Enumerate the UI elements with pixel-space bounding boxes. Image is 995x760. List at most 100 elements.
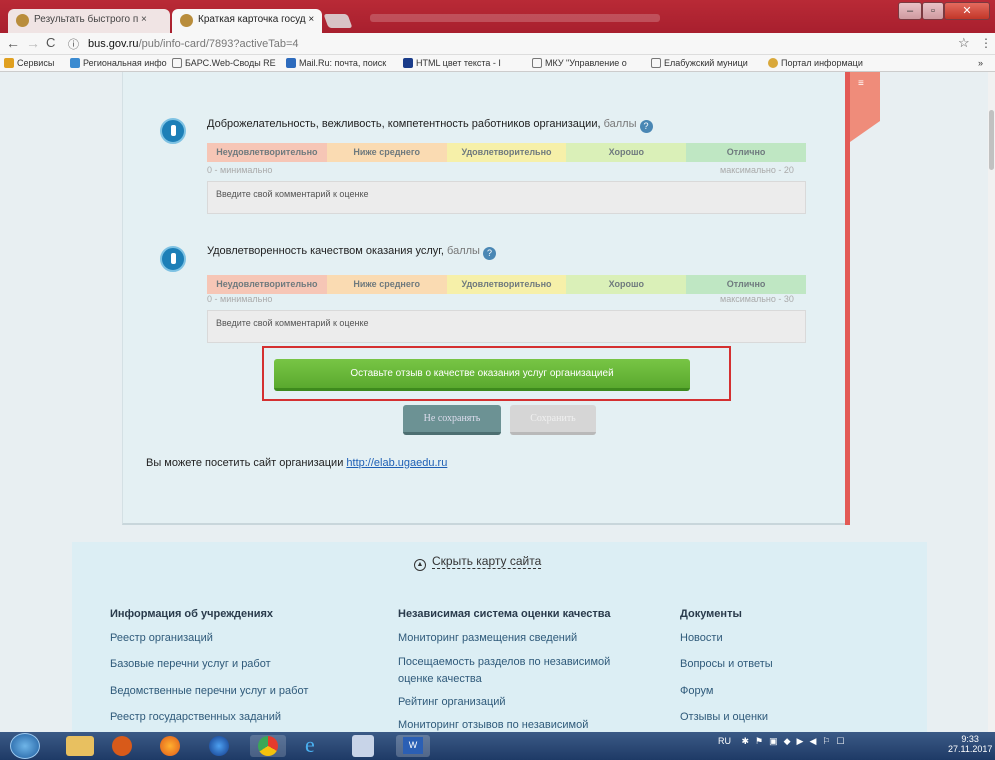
bookmark-item[interactable]: Mail.Ru: почта, поиск <box>286 58 386 68</box>
sitemap-link[interactable]: Базовые перечни услуг и работ <box>110 658 271 670</box>
word-icon: W <box>403 737 423 754</box>
address-bar: ← → C ⓘ bus.gov.ru/pub/info-card/7893?ac… <box>0 33 995 55</box>
hide-sitemap-toggle[interactable]: ▲ Скрыть карту сайта <box>414 554 542 571</box>
side-ribbon[interactable]: ≡ <box>850 72 880 142</box>
minimize-icon[interactable]: – <box>898 2 922 20</box>
sitemap-link[interactable]: Посещаемость разделов по независимой <box>398 656 610 668</box>
bookmark-item[interactable]: МКУ "Управление о <box>532 58 627 68</box>
sitemap-link[interactable]: Мониторинг отзывов по независимой <box>398 719 588 731</box>
criterion-icon <box>160 118 186 144</box>
sitemap-link[interactable]: Новости <box>680 632 723 644</box>
page-icon <box>532 58 542 68</box>
sitemap-link[interactable]: Мониторинг размещения сведений <box>398 632 577 644</box>
comment-field[interactable]: Введите свой комментарий к оценке <box>207 310 806 343</box>
bookmark-item[interactable]: БАРС.Web-Своды RE <box>172 58 276 68</box>
scrollbar[interactable] <box>988 72 995 732</box>
bookmarks-overflow-icon[interactable]: » <box>978 58 983 68</box>
rating-scale[interactable]: Неудовлетворительно Ниже среднего Удовле… <box>207 143 806 162</box>
sitemap-link[interactable]: Ведомственные перечни услуг и работ <box>110 685 308 697</box>
system-tray[interactable]: RU ✱⚑▣◆▶◀⚐☐ <box>718 736 851 747</box>
internet-explorer-icon[interactable]: e <box>305 734 325 756</box>
close-window-icon[interactable]: ✕ <box>944 2 990 20</box>
bookmark-item[interactable]: Региональная инфо <box>70 58 167 68</box>
rating-scale[interactable]: Неудовлетворительно Ниже среднего Удовле… <box>207 275 806 294</box>
rating-option[interactable]: Ниже среднего <box>326 275 447 294</box>
taskbar-clock[interactable]: 9:33 27.11.2017 <box>948 734 992 754</box>
sitemap-link[interactable]: Форум <box>680 685 713 697</box>
info-icon: ⓘ <box>68 39 79 51</box>
firefox-icon[interactable] <box>160 736 180 756</box>
sitemap-link[interactable]: оценке качества <box>398 673 482 685</box>
sitemap-link[interactable]: Вопросы и ответы <box>680 658 773 670</box>
site-favicon-icon <box>16 14 29 27</box>
rating-option[interactable]: Удовлетворительно <box>446 275 567 294</box>
media-player-icon[interactable] <box>112 736 132 756</box>
rating-option[interactable]: Ниже среднего <box>326 143 447 162</box>
window-caption-placeholder <box>370 14 660 22</box>
restore-icon[interactable]: ▫ <box>922 2 944 20</box>
criterion-title: Удовлетворенность качеством оказания усл… <box>207 245 496 260</box>
bookmark-item[interactable]: HTML цвет текста - I <box>403 58 501 68</box>
language-indicator[interactable]: RU <box>718 736 731 746</box>
card-accent-bar <box>845 72 850 525</box>
page-icon <box>172 58 182 68</box>
scrollbar-thumb[interactable] <box>989 110 994 170</box>
url-input[interactable]: bus.gov.ru/pub/info-card/7893?activeTab=… <box>88 36 968 53</box>
browser-title-bar: Результать быстрого п × Краткая карточка… <box>0 0 995 33</box>
no-save-button[interactable]: Не сохранять <box>403 405 501 435</box>
bookmark-item[interactable]: Сервисы <box>4 58 54 68</box>
help-icon[interactable]: ? <box>639 120 653 133</box>
bookmark-item[interactable]: Портал информаци <box>768 58 863 68</box>
thumbs-up-icon <box>160 246 186 272</box>
min-label: 0 - минимально <box>207 165 273 175</box>
back-icon[interactable]: ← <box>6 36 20 50</box>
chrome-icon <box>258 736 278 756</box>
sitemap-link[interactable]: Рейтинг организаций <box>398 696 506 708</box>
word-taskbar-button[interactable]: W <box>396 735 430 757</box>
rating-option[interactable]: Хорошо <box>566 275 687 294</box>
site-favicon-icon <box>180 14 193 27</box>
rating-option[interactable]: Хорошо <box>566 143 687 162</box>
bookmarks-bar: Сервисы Региональная инфо БАРС.Web-Своды… <box>0 55 995 72</box>
page-icon <box>70 58 80 68</box>
bookmark-star-icon[interactable]: ☆ <box>958 36 970 50</box>
leave-feedback-button[interactable]: Оставьте отзыв о качестве оказания услуг… <box>274 359 690 391</box>
chevron-up-icon: ▲ <box>414 559 426 571</box>
menu-dots-icon[interactable]: ⋮ <box>980 36 992 50</box>
browser-tab-info-card[interactable]: Краткая карточка госуд × <box>172 9 322 33</box>
tray-icons: ✱⚑▣◆▶◀⚐☐ <box>741 736 851 746</box>
sitemap-link[interactable]: Реестр организаций <box>110 632 213 644</box>
rating-option[interactable]: Отлично <box>686 143 806 162</box>
browser-globe-icon[interactable] <box>209 736 229 756</box>
document-icon[interactable] <box>352 735 374 757</box>
new-tab-button[interactable] <box>323 14 353 28</box>
save-button[interactable]: Сохранить <box>510 405 596 435</box>
sitemap-link[interactable]: Отзывы и оценки <box>680 711 768 723</box>
rating-option[interactable]: Удовлетворительно <box>446 143 567 162</box>
comment-field[interactable]: Введите свой комментарий к оценке <box>207 181 806 214</box>
help-icon[interactable]: ? <box>482 247 496 260</box>
rating-option[interactable]: Неудовлетворительно <box>207 143 327 162</box>
criterion-title: Доброжелательность, вежливость, компетен… <box>207 118 653 133</box>
browser-tab-search-results[interactable]: Результать быстрого п × <box>8 9 170 33</box>
reload-icon[interactable]: C <box>46 36 55 50</box>
start-button-icon[interactable] <box>10 733 40 759</box>
max-label: максимально - 20 <box>720 165 794 175</box>
visit-site-text: Вы можете посетить сайт организации http… <box>146 457 448 469</box>
file-explorer-icon[interactable] <box>66 736 94 756</box>
html-icon <box>403 58 413 68</box>
bookmark-item[interactable]: Елабужский муници <box>651 58 748 68</box>
sitemap-heading: Документы <box>680 608 742 620</box>
min-label: 0 - минимально <box>207 294 273 304</box>
max-label: максимально - 30 <box>720 294 794 304</box>
organization-site-link[interactable]: http://elab.ugaedu.ru <box>346 457 447 469</box>
apps-icon <box>4 58 14 68</box>
forward-icon[interactable]: → <box>26 36 40 50</box>
sitemap-link[interactable]: Реестр государственных заданий <box>110 711 281 723</box>
rating-option[interactable]: Отлично <box>686 275 806 294</box>
page-icon <box>651 58 661 68</box>
chrome-taskbar-button[interactable] <box>250 735 286 757</box>
rating-option[interactable]: Неудовлетворительно <box>207 275 327 294</box>
sitemap-heading: Независимая система оценки качества <box>398 608 611 620</box>
tab-label: Результать быстрого п × <box>34 14 147 25</box>
